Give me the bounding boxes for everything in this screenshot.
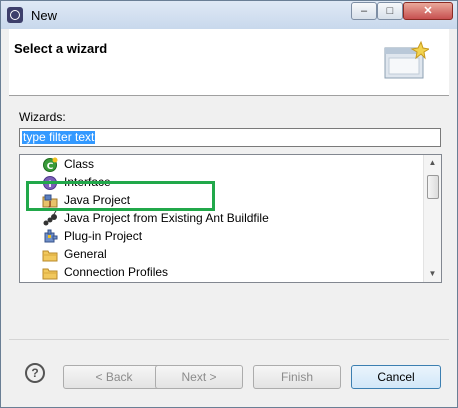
scroll-up-arrow-icon[interactable]: ▲ [424, 155, 441, 171]
filter-input[interactable]: type filter text [19, 128, 441, 147]
scroll-down-arrow-icon[interactable]: ▼ [424, 266, 441, 282]
help-button[interactable]: ? [25, 363, 45, 383]
java-project-highlight-box [26, 181, 215, 211]
ant-buildfile-icon [43, 211, 57, 226]
tree-item-label: Plug-in Project [64, 229, 143, 243]
tree-item-label: Class [64, 157, 95, 171]
plugin-project-icon [44, 229, 58, 243]
scrollbar-thumb[interactable] [427, 175, 439, 199]
tree-item-label: General [64, 247, 107, 261]
filter-input-text: type filter text [22, 130, 96, 144]
new-wizard-dialog: New ‒ □ ✕ Select a wizard Wizards: type … [0, 0, 458, 408]
folder-icon [42, 250, 58, 262]
svg-text:C: C [47, 162, 54, 172]
title-bar: New ‒ □ ✕ [1, 1, 457, 29]
wizard-banner-icon [384, 40, 429, 79]
close-button[interactable]: ✕ [403, 2, 453, 20]
tree-scrollbar[interactable]: ▲ ▼ [423, 155, 441, 282]
footer-divider [9, 339, 449, 340]
wizards-label: Wizards: [19, 110, 66, 124]
folder-icon [42, 268, 58, 280]
wizard-tree[interactable]: C Class I Interface J Java Project Java … [19, 154, 442, 283]
maximize-button[interactable]: □ [377, 2, 403, 20]
page-title: Select a wizard [14, 41, 108, 56]
class-icon: C [43, 157, 58, 172]
cancel-button[interactable]: Cancel [351, 365, 441, 389]
wizard-header: Select a wizard [9, 29, 449, 96]
back-button[interactable]: < Back [63, 365, 165, 389]
finish-button[interactable]: Finish [253, 365, 341, 389]
minimize-button[interactable]: ‒ [351, 2, 377, 20]
next-button[interactable]: Next > [155, 365, 243, 389]
tree-item-label: Connection Profiles [64, 265, 169, 279]
eclipse-app-icon [7, 7, 23, 23]
tree-item-label: Java Project from Existing Ant Buildfile [64, 211, 269, 225]
window-title: New [31, 8, 58, 23]
